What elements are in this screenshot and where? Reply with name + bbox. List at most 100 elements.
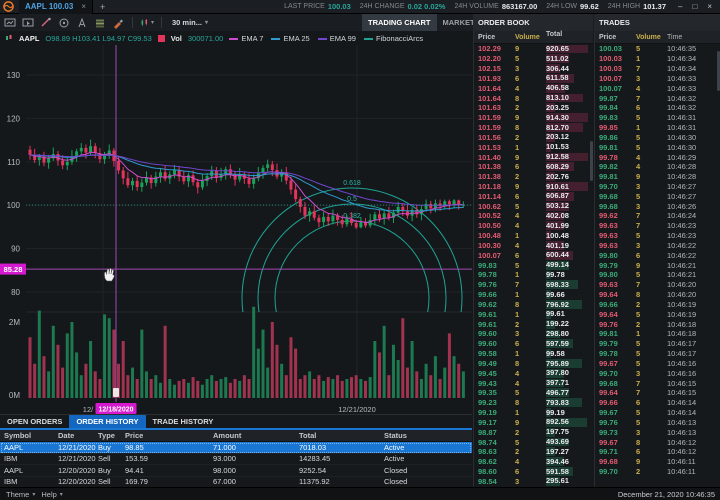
trade-row[interactable]: 99.68910:46:11 <box>595 457 720 467</box>
angle-tool-icon[interactable] <box>75 16 89 29</box>
order-book-row[interactable]: 100.481 100.48 <box>474 231 593 241</box>
order-book-row[interactable]: 101.531 101.53 <box>474 142 593 152</box>
trade-row[interactable]: 99.67810:46:12 <box>595 437 720 447</box>
order-book-row[interactable]: 100.304 401.19 <box>474 241 593 251</box>
theme-menu[interactable]: Theme▾ <box>6 490 35 499</box>
tab-close-icon[interactable]: × <box>81 2 86 11</box>
legend-ema-7[interactable]: EMA 7 <box>229 34 263 43</box>
trade-row[interactable]: 100.03110:46:34 <box>595 54 720 64</box>
trade-row[interactable]: 99.67510:46:14 <box>595 408 720 418</box>
trade-row[interactable]: 99.63710:46:23 <box>595 221 720 231</box>
trade-row[interactable]: 99.66210:46:19 <box>595 300 720 310</box>
orders-col-date[interactable]: Date <box>58 431 98 440</box>
trade-row[interactable]: 99.68510:46:27 <box>595 191 720 201</box>
trade-row[interactable]: 99.76510:46:13 <box>595 417 720 427</box>
trade-row[interactable]: 99.86510:46:30 <box>595 132 720 142</box>
trade-row[interactable]: 99.81510:46:30 <box>595 142 720 152</box>
order-book-row[interactable]: 99.179 892.56 <box>474 417 593 427</box>
chart-window-icon[interactable] <box>3 16 17 29</box>
order-book-row[interactable]: 101.146 606.87 <box>474 191 593 201</box>
trade-row[interactable]: 99.63710:46:20 <box>595 280 720 290</box>
order-book-row[interactable]: 100.524 402.08 <box>474 211 593 221</box>
trade-row[interactable]: 99.80610:46:22 <box>595 250 720 260</box>
order-book-row[interactable]: 99.498 795.89 <box>474 359 593 369</box>
help-menu[interactable]: Help▾ <box>41 490 62 499</box>
trade-row[interactable]: 99.81910:46:28 <box>595 172 720 182</box>
order-book-row[interactable]: 102.299 920.65 <box>474 44 593 54</box>
order-book-row[interactable]: 102.205 511.02 <box>474 54 593 64</box>
trade-row[interactable]: 99.73310:46:13 <box>595 427 720 437</box>
order-book-row[interactable]: 99.612 199.22 <box>474 319 593 329</box>
order-book-row[interactable]: 101.382 202.76 <box>474 172 593 182</box>
trade-row[interactable]: 99.64710:46:15 <box>595 388 720 398</box>
order-book-row[interactable]: 98.543 295.61 <box>474 476 593 486</box>
tab-order-history[interactable]: ORDER HISTORY <box>69 415 145 428</box>
orders-col-symbol[interactable]: Symbol <box>0 431 58 440</box>
trade-row[interactable]: 99.79910:46:21 <box>595 260 720 270</box>
legend-ema-25[interactable]: EMA 25 <box>271 34 309 43</box>
trade-row[interactable]: 100.07410:46:33 <box>595 83 720 93</box>
orders-col-status[interactable]: Status <box>384 431 468 440</box>
brush-icon[interactable] <box>111 16 125 29</box>
order-book-row[interactable]: 102.153 306.44 <box>474 64 593 74</box>
trade-row[interactable]: 99.80510:46:21 <box>595 270 720 280</box>
orders-col-type[interactable]: Type <box>98 431 125 440</box>
trade-row[interactable]: 99.62710:46:24 <box>595 211 720 221</box>
trade-row[interactable]: 99.63510:46:23 <box>595 231 720 241</box>
order-book-row[interactable]: 101.644 406.58 <box>474 83 593 93</box>
close-button[interactable]: × <box>707 0 712 14</box>
instrument-tab[interactable]: AAPL 100.03 × <box>19 0 93 14</box>
trade-row[interactable]: 99.84610:46:32 <box>595 103 720 113</box>
order-book-row[interactable]: 99.661 99.66 <box>474 290 593 300</box>
order-book-row[interactable]: 101.936 611.58 <box>474 73 593 83</box>
order-book-row[interactable]: 99.191 99.19 <box>474 408 593 418</box>
trade-row[interactable]: 99.71610:46:12 <box>595 447 720 457</box>
order-book-row[interactable]: 98.632 197.27 <box>474 447 593 457</box>
trade-row[interactable]: 100.03510:46:35 <box>595 44 720 54</box>
order-book-row[interactable]: 99.628 796.92 <box>474 300 593 310</box>
trade-row[interactable]: 100.07310:46:33 <box>595 73 720 83</box>
tab-open-orders[interactable]: OPEN ORDERS <box>0 415 69 428</box>
order-book-row[interactable]: 99.767 698.33 <box>474 280 593 290</box>
trade-row[interactable]: 99.70210:46:11 <box>595 467 720 477</box>
order-book-row[interactable]: 101.648 813.10 <box>474 93 593 103</box>
trade-row[interactable]: 99.66610:46:14 <box>595 398 720 408</box>
tab-trading-chart[interactable]: TRADING CHART <box>362 14 437 31</box>
trade-row[interactable]: 99.78410:46:29 <box>595 152 720 162</box>
order-book-row[interactable]: 98.606 591.58 <box>474 467 593 477</box>
orders-col-total[interactable]: Total <box>299 431 384 440</box>
order-history-row[interactable]: AAPL12/21/2020Buy98.8571.0007018.03Activ… <box>0 442 472 454</box>
trade-row[interactable]: 99.85110:46:31 <box>595 123 720 133</box>
order-book-row[interactable]: 100.504 401.99 <box>474 221 593 231</box>
trade-row[interactable]: 99.79510:46:17 <box>595 339 720 349</box>
orders-col-price[interactable]: Price <box>125 431 213 440</box>
candlestick-chart-canvas[interactable]: 13012011010090802M0M0.6180.50.38212/12/2… <box>0 31 472 414</box>
order-book-row[interactable]: 99.238 793.83 <box>474 398 593 408</box>
trade-row[interactable]: 99.68310:46:26 <box>595 201 720 211</box>
trade-row[interactable]: 99.68710:46:15 <box>595 378 720 388</box>
trade-row[interactable]: 99.67510:46:16 <box>595 359 720 369</box>
order-book-row[interactable]: 101.598 812.70 <box>474 123 593 133</box>
order-book-row[interactable]: 99.606 597.59 <box>474 339 593 349</box>
order-book-row[interactable]: 99.835 499.14 <box>474 260 593 270</box>
add-tab-button[interactable]: + <box>93 2 112 12</box>
order-book-row[interactable]: 101.632 203.25 <box>474 103 593 113</box>
maximize-button[interactable]: □ <box>692 0 697 14</box>
order-book-row[interactable]: 99.611 99.61 <box>474 309 593 319</box>
order-book-row[interactable]: 101.189 910.61 <box>474 182 593 192</box>
ellipse-tool-icon[interactable] <box>57 16 71 29</box>
tab-trade-history[interactable]: TRADE HISTORY <box>146 415 221 428</box>
trade-row[interactable]: 99.81110:46:18 <box>595 329 720 339</box>
order-history-row[interactable]: IBM12/21/2020Sell153.5993.00014283.45Act… <box>0 454 472 466</box>
order-book-row[interactable]: 101.409 912.58 <box>474 152 593 162</box>
trade-row[interactable]: 99.64510:46:19 <box>595 309 720 319</box>
trade-row[interactable]: 99.87710:46:32 <box>595 93 720 103</box>
trend-line-icon[interactable] <box>39 16 53 29</box>
trade-row[interactable]: 100.03710:46:34 <box>595 64 720 74</box>
order-book-row[interactable]: 98.624 394.46 <box>474 457 593 467</box>
order-book-row[interactable]: 99.781 99.78 <box>474 270 593 280</box>
minimize-button[interactable]: – <box>678 0 682 14</box>
order-book-row[interactable]: 101.562 203.12 <box>474 132 593 142</box>
trade-row[interactable]: 99.78510:46:17 <box>595 349 720 359</box>
layers-icon[interactable] <box>93 16 107 29</box>
